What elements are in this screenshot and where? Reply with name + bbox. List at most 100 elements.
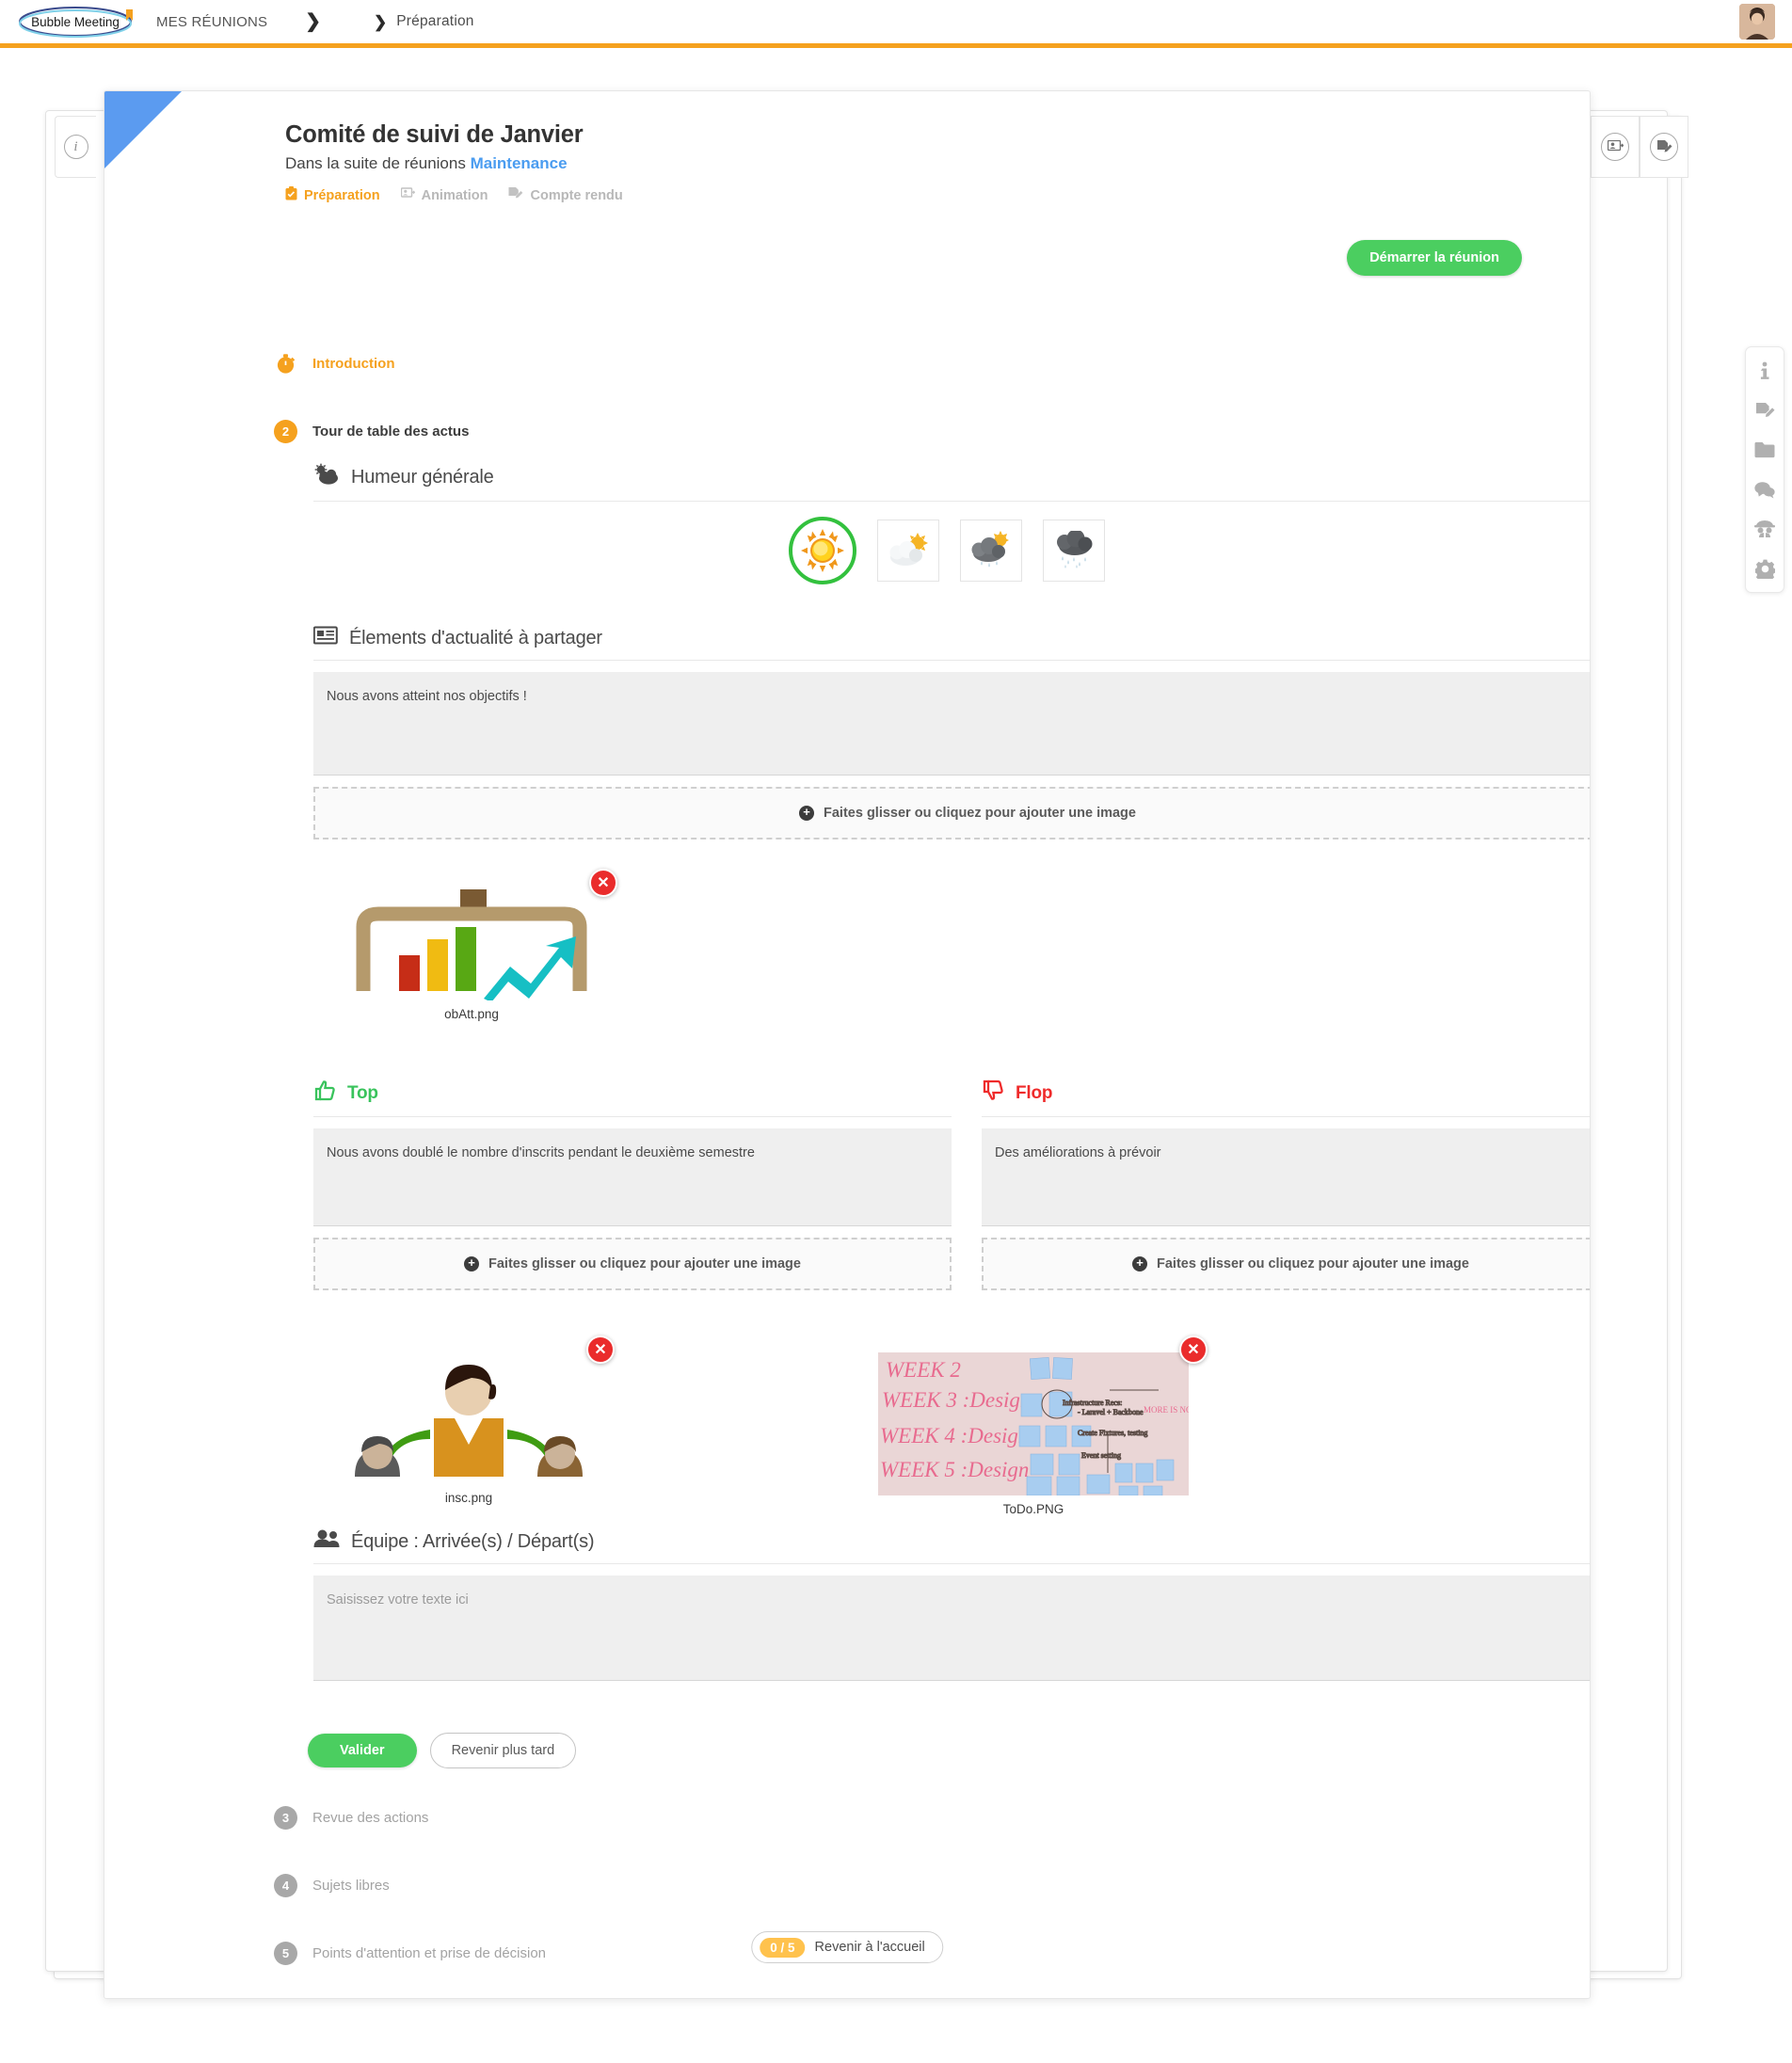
tab-animation[interactable]: Animation xyxy=(400,186,488,204)
top-section-rule xyxy=(313,1116,952,1117)
form-actions: Valider Revenir plus tard xyxy=(308,1733,577,1768)
start-meeting-button[interactable]: Démarrer la réunion xyxy=(1347,240,1522,276)
agenda-item-3[interactable]: 3 Revue des actions xyxy=(274,1806,428,1830)
top-textarea[interactable] xyxy=(313,1128,952,1226)
remove-attachment-button[interactable]: ✕ xyxy=(1179,1335,1208,1364)
info-icon[interactable] xyxy=(1754,360,1775,381)
later-button[interactable]: Revenir plus tard xyxy=(429,1733,577,1768)
flop-section-title: Flop xyxy=(982,1079,1590,1107)
back-home-button[interactable]: 0 / 5 Revenir à l'accueil xyxy=(751,1931,943,1963)
sun-cloud-icon xyxy=(313,463,340,491)
top-bar: Bubble Meeting MES RÉUNIONS ❯ ❯ Préparat… xyxy=(0,0,1792,43)
mood-option-partly-cloudy[interactable] xyxy=(877,520,939,582)
svg-text:- Laravel + Backbone: - Laravel + Backbone xyxy=(1078,1408,1144,1416)
card-header: Comité de suivi de Janvier Dans la suite… xyxy=(285,121,623,204)
chevron-right-icon-2: ❯ xyxy=(374,12,388,31)
flop-attachment-filename: ToDo.PNG xyxy=(1002,1502,1064,1516)
validate-button[interactable]: Valider xyxy=(308,1734,417,1767)
report-edit-icon xyxy=(1650,133,1678,161)
mood-section-label: Humeur générale xyxy=(351,466,494,488)
news-section: Élements d'actualité à partager + Faites… xyxy=(312,626,1590,840)
svg-text:WEEK 2: WEEK 2 xyxy=(886,1358,961,1382)
agenda-item-1-label: Introduction xyxy=(312,356,395,372)
flop-dropzone-label: Faites glisser ou cliquez pour ajouter u… xyxy=(1157,1256,1469,1271)
right-side-tabs xyxy=(1591,116,1688,178)
flop-textarea[interactable] xyxy=(982,1128,1590,1226)
svg-text:MORE IS NOT BETTER: MORE IS NOT BETTER xyxy=(1144,1405,1189,1415)
agenda-item-5[interactable]: 5 Points d'attention et prise de décisio… xyxy=(274,1942,546,1965)
tab-animation-label: Animation xyxy=(421,187,488,203)
agenda-badge-2: 2 xyxy=(274,420,297,443)
tab-preparation-label: Préparation xyxy=(304,187,380,203)
mood-option-sunny[interactable] xyxy=(789,517,856,584)
mood-section-title: Humeur générale xyxy=(313,463,1590,491)
flop-section-rule xyxy=(982,1116,1590,1117)
tab-compte-rendu[interactable]: Compte rendu xyxy=(508,186,623,204)
series-prefix: Dans la suite de réunions xyxy=(285,154,466,172)
people-group-illustration[interactable] xyxy=(351,1352,586,1484)
remove-attachment-button[interactable]: ✕ xyxy=(589,869,617,897)
mood-option-storm-rain[interactable] xyxy=(1043,520,1105,582)
top-dropzone-label: Faites glisser ou cliquez pour ajouter u… xyxy=(488,1256,801,1271)
corner-ribbon xyxy=(104,91,182,168)
flop-attachment: ✕ WEEK 2 WEEK 3 :Design WEEK 4 :Design W… xyxy=(878,1335,1231,1516)
breadcrumb: MES RÉUNIONS ❯ ❯ Préparation xyxy=(156,0,488,43)
agenda-item-4-label: Sujets libres xyxy=(312,1878,390,1894)
news-textarea[interactable] xyxy=(313,672,1590,776)
news-dropzone[interactable]: + Faites glisser ou cliquez pour ajouter… xyxy=(313,787,1590,840)
mood-option-cloudy-rain[interactable] xyxy=(960,520,1022,582)
team-textarea[interactable] xyxy=(313,1575,1590,1681)
breadcrumb-item-preparation[interactable]: Préparation xyxy=(396,13,487,30)
plus-icon: + xyxy=(464,1256,480,1271)
flop-section-label: Flop xyxy=(1016,1082,1053,1103)
meeting-card: Comité de suivi de Janvier Dans la suite… xyxy=(104,90,1591,1999)
avatar[interactable] xyxy=(1739,4,1775,40)
agenda-badge-3: 3 xyxy=(274,1806,297,1830)
agenda-badge-5: 5 xyxy=(274,1942,297,1965)
plus-icon: + xyxy=(1132,1256,1148,1271)
gear-icon[interactable] xyxy=(1754,558,1775,579)
flop-section: Flop + Faites glisser ou cliquez pour aj… xyxy=(982,1079,1590,1290)
agenda-item-2[interactable]: 2 Tour de table des actus xyxy=(274,420,469,443)
agenda-item-1[interactable]: Introduction xyxy=(274,352,394,376)
app-logo[interactable]: Bubble Meeting xyxy=(17,6,139,38)
series-link[interactable]: Maintenance xyxy=(471,154,568,172)
remove-attachment-button[interactable]: ✕ xyxy=(586,1335,615,1364)
report-edit-icon xyxy=(508,186,523,204)
flop-dropzone[interactable]: + Faites glisser ou cliquez pour ajouter… xyxy=(982,1238,1590,1290)
info-italic-icon: i xyxy=(63,135,88,159)
tab-preparation[interactable]: Préparation xyxy=(285,186,380,204)
svg-text:WEEK 4 :Design: WEEK 4 :Design xyxy=(880,1424,1029,1447)
svg-text:Bubble Meeting: Bubble Meeting xyxy=(31,15,120,29)
left-info-tab[interactable]: i xyxy=(55,116,96,178)
agenda-item-4[interactable]: 4 Sujets libres xyxy=(274,1874,390,1897)
news-section-rule xyxy=(313,660,1590,661)
tab-compte-rendu-label: Compte rendu xyxy=(530,187,623,203)
spy-icon[interactable] xyxy=(1754,519,1775,539)
breadcrumb-item-meetings[interactable]: MES RÉUNIONS xyxy=(156,14,280,30)
whiteboard-chart-illustration[interactable] xyxy=(354,888,589,1002)
newspaper-icon xyxy=(312,626,338,650)
edit-document-icon[interactable] xyxy=(1754,400,1775,421)
team-section: Équipe : Arrivée(s) / Départ(s) xyxy=(313,1529,1590,1681)
thumbs-up-icon xyxy=(313,1079,336,1107)
compte-rendu-tab[interactable] xyxy=(1640,116,1688,178)
news-section-label: Élements d'actualité à partager xyxy=(349,627,602,648)
mood-section-rule xyxy=(313,501,1590,502)
top-dropzone[interactable]: + Faites glisser ou cliquez pour ajouter… xyxy=(313,1238,952,1290)
presentation-icon xyxy=(1601,133,1629,161)
people-icon xyxy=(313,1529,340,1554)
plus-icon: + xyxy=(799,806,815,821)
top-section-label: Top xyxy=(347,1082,378,1103)
chat-bubbles-icon[interactable] xyxy=(1754,479,1775,500)
folder-icon[interactable] xyxy=(1754,440,1775,460)
phase-tabs: Préparation Animation Compte rendu xyxy=(285,186,623,204)
svg-text:Create Fixtures, testing: Create Fixtures, testing xyxy=(1078,1429,1147,1437)
news-attachment-filename: obAtt.png xyxy=(444,1007,499,1021)
timer-icon xyxy=(274,352,297,376)
animation-tab[interactable] xyxy=(1591,116,1640,178)
presentation-icon xyxy=(400,186,415,204)
mood-section: Humeur générale xyxy=(313,463,1590,502)
team-section-title: Équipe : Arrivée(s) / Départ(s) xyxy=(313,1529,1590,1554)
whiteboard-sticky-notes-photo[interactable]: WEEK 2 WEEK 3 :Design WEEK 4 :Design WEE… xyxy=(878,1352,1231,1496)
